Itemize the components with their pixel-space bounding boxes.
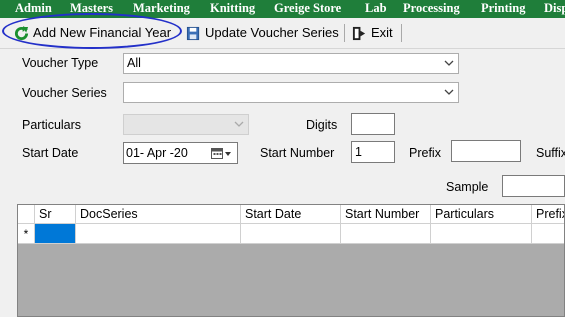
table-row[interactable]: * <box>18 224 564 244</box>
grid-header: Sr DocSeries Start Date Start Number Par… <box>18 205 564 224</box>
save-disk-icon <box>186 26 200 41</box>
menu-printing[interactable]: Printing <box>481 0 525 18</box>
particulars-label: Particulars <box>22 118 82 132</box>
sample-label: Sample <box>446 180 489 194</box>
prefix-label: Prefix <box>409 146 441 160</box>
start-date-value: 01- Apr -20 <box>126 146 188 160</box>
chevron-down-icon <box>234 121 244 127</box>
exit-label: Exit <box>371 25 393 40</box>
highlight-annotation <box>2 13 182 49</box>
menu-lab[interactable]: Lab <box>365 0 387 18</box>
menu-knitting[interactable]: Knitting <box>210 0 255 18</box>
menu-processing[interactable]: Processing <box>403 0 460 18</box>
sample-input[interactable] <box>502 175 565 197</box>
menu-disp[interactable]: Disp <box>544 0 565 18</box>
grid-cell-docseries[interactable] <box>76 224 241 244</box>
column-header-start-number[interactable]: Start Number <box>341 205 431 224</box>
start-number-label: Start Number <box>260 146 335 160</box>
particulars-select[interactable] <box>123 114 249 135</box>
voucher-series-grid[interactable]: Sr DocSeries Start Date Start Number Par… <box>17 204 565 317</box>
voucher-series-select[interactable] <box>123 82 459 103</box>
update-voucher-series-label: Update Voucher Series <box>205 25 339 40</box>
toolbar-separator <box>344 24 345 42</box>
voucher-series-label: Voucher Series <box>22 86 107 100</box>
toolbar-separator <box>401 24 402 42</box>
calendar-icon[interactable] <box>211 147 233 160</box>
grid-cell-particulars[interactable] <box>431 224 532 244</box>
digits-label: Digits <box>306 118 338 132</box>
new-row-marker: * <box>18 224 35 244</box>
start-date-label: Start Date <box>22 146 79 160</box>
grid-cell-prefix[interactable] <box>532 224 564 244</box>
exit-button[interactable]: Exit <box>352 22 398 44</box>
voucher-type-label: Voucher Type <box>22 56 99 70</box>
column-header-prefix[interactable]: Prefix <box>532 205 564 224</box>
grid-cell-sr[interactable] <box>35 224 76 244</box>
grid-corner <box>18 205 35 224</box>
exit-door-icon <box>352 26 366 41</box>
update-voucher-series-button[interactable]: Update Voucher Series <box>186 22 344 44</box>
suffix-label: Suffix <box>536 146 565 160</box>
menu-greige-store[interactable]: Greige Store <box>274 0 341 18</box>
grid-cell-start-date[interactable] <box>241 224 341 244</box>
column-header-start-date[interactable]: Start Date <box>241 205 341 224</box>
voucher-type-select[interactable]: All <box>123 53 459 74</box>
chevron-down-icon <box>444 89 454 95</box>
column-header-sr[interactable]: Sr <box>35 205 76 224</box>
prefix-input[interactable] <box>451 140 521 162</box>
voucher-type-value: All <box>127 56 141 70</box>
chevron-down-icon <box>444 60 454 66</box>
start-number-input[interactable]: 1 <box>351 141 395 163</box>
start-date-picker[interactable]: 01- Apr -20 <box>123 142 238 164</box>
column-header-docseries[interactable]: DocSeries <box>76 205 241 224</box>
column-header-particulars[interactable]: Particulars <box>431 205 532 224</box>
grid-cell-start-number[interactable] <box>341 224 431 244</box>
digits-input[interactable] <box>351 113 395 135</box>
